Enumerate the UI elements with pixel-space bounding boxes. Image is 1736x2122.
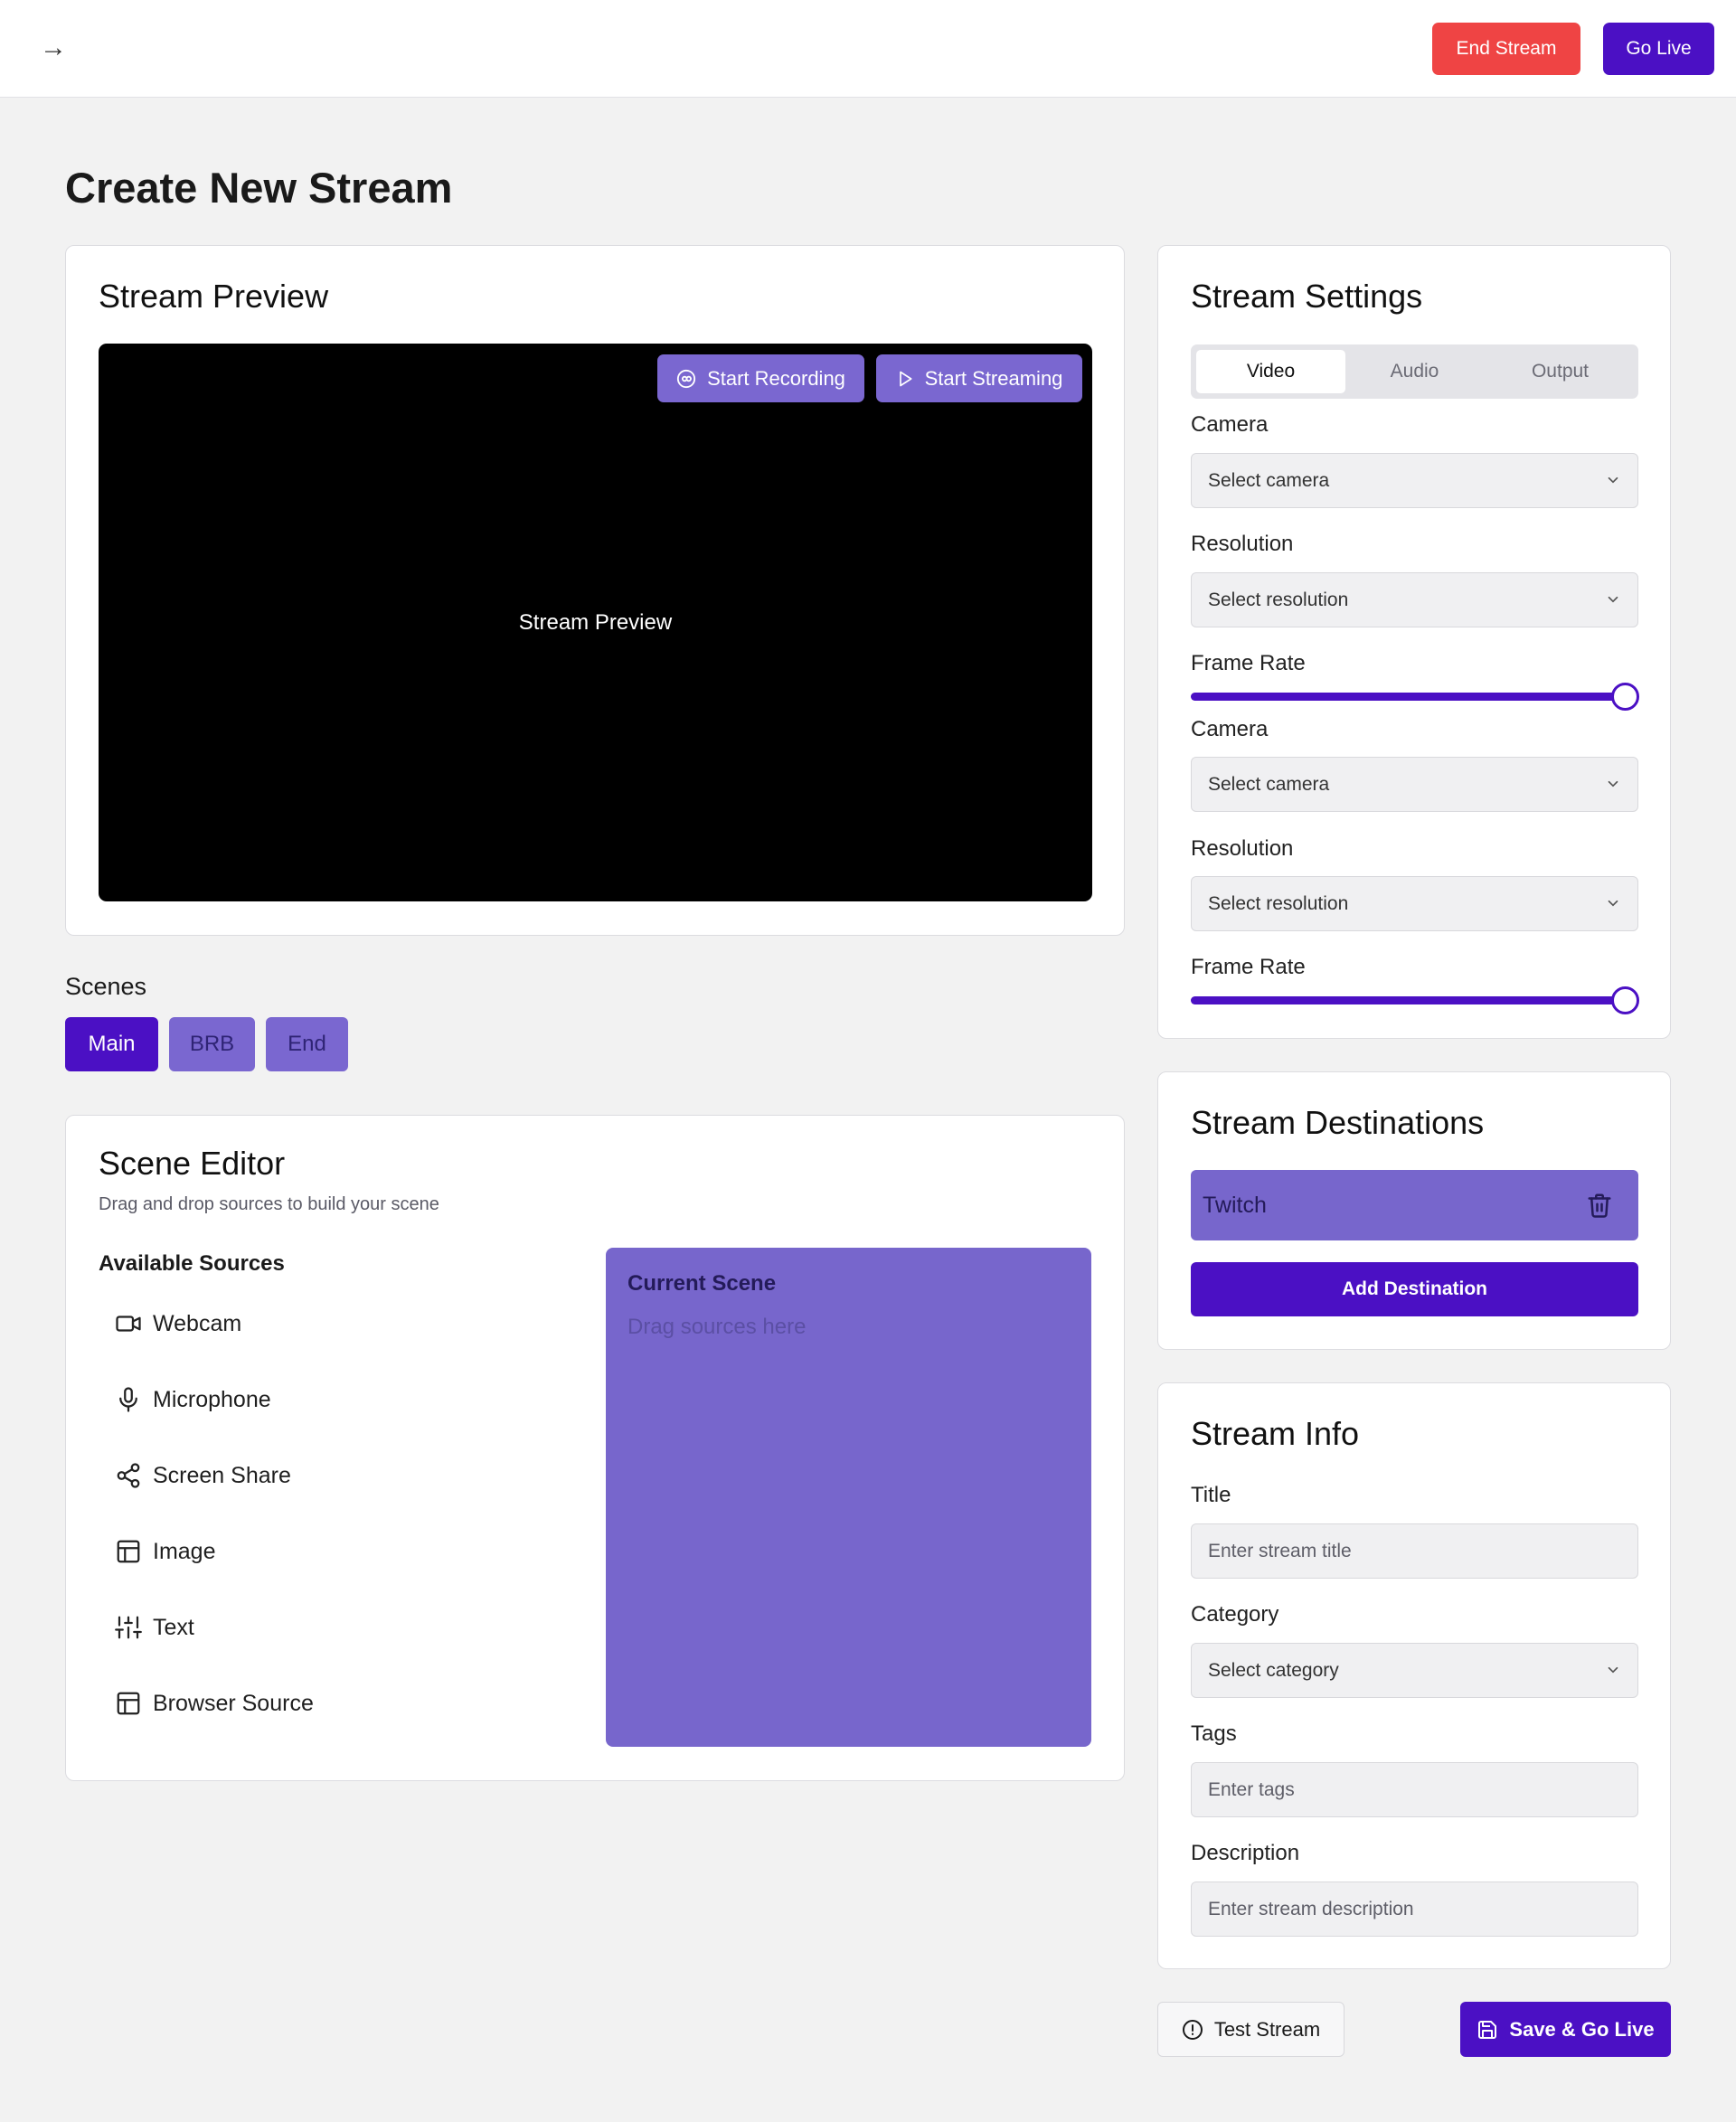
scenes-label: Scenes bbox=[65, 973, 147, 1000]
frame-rate-slider-fill bbox=[1191, 693, 1625, 701]
microphone-icon bbox=[119, 1387, 137, 1412]
layout-icon bbox=[117, 1692, 140, 1715]
resolution-select-value-2: Select resolution bbox=[1208, 892, 1349, 914]
camera-select[interactable]: Select camera bbox=[1191, 453, 1638, 508]
camera-select-value: Select camera bbox=[1208, 469, 1330, 491]
sliders-icon bbox=[115, 1616, 142, 1639]
video-placeholder-text: Stream Preview bbox=[518, 609, 673, 635]
available-sources-label: Available Sources bbox=[99, 1251, 285, 1276]
frame-rate-slider-2[interactable] bbox=[1191, 986, 1639, 1014]
start-streaming-label: Start Streaming bbox=[924, 366, 1063, 390]
chevron-down-icon bbox=[1608, 900, 1618, 907]
layout-icon bbox=[117, 1540, 140, 1563]
resolution-select-2[interactable]: Select resolution bbox=[1191, 876, 1638, 931]
start-recording-button[interactable]: Start Recording bbox=[657, 354, 864, 402]
stream-title-input[interactable] bbox=[1191, 1523, 1638, 1579]
current-scene-hint: Drag sources here bbox=[627, 1315, 807, 1339]
frame-rate-label-2: Frame Rate bbox=[1191, 955, 1306, 979]
stream-preview-card: Stream Preview Stream Preview Start Reco… bbox=[65, 245, 1125, 936]
source-item-image[interactable]: Image bbox=[115, 1533, 215, 1570]
frame-rate-slider-thumb[interactable] bbox=[1611, 683, 1639, 711]
stream-destinations-card: Stream Destinations Twitch Add Destinati… bbox=[1157, 1071, 1671, 1350]
video-preview: Stream Preview Start Recording Start Str… bbox=[99, 344, 1092, 901]
test-stream-button[interactable]: Test Stream bbox=[1157, 2002, 1344, 2057]
tab-video[interactable]: Video bbox=[1196, 350, 1345, 393]
record-icon bbox=[676, 369, 696, 388]
source-item-microphone[interactable]: Microphone bbox=[115, 1382, 271, 1418]
resolution-select[interactable]: Select resolution bbox=[1191, 572, 1638, 627]
video-camera-icon bbox=[116, 1316, 141, 1332]
top-bar: → End Stream Go Live bbox=[0, 0, 1736, 98]
play-icon bbox=[899, 371, 912, 386]
source-label: Browser Source bbox=[153, 1690, 314, 1716]
stream-settings-title: Stream Settings bbox=[1191, 278, 1423, 315]
end-stream-button[interactable]: End Stream bbox=[1432, 23, 1580, 75]
destination-item: Twitch bbox=[1191, 1170, 1638, 1240]
tab-audio[interactable]: Audio bbox=[1340, 350, 1489, 393]
frame-rate-slider-fill-2 bbox=[1191, 996, 1625, 1004]
save-go-live-button[interactable]: Save & Go Live bbox=[1460, 2002, 1671, 2057]
share-icon bbox=[117, 1463, 140, 1488]
frame-rate-slider[interactable] bbox=[1191, 683, 1639, 711]
arrow-right-icon[interactable]: → bbox=[40, 31, 67, 65]
scene-editor-subtitle: Drag and drop sources to build your scen… bbox=[99, 1194, 439, 1214]
scene-button-end[interactable]: End bbox=[266, 1017, 348, 1071]
frame-rate-label: Frame Rate bbox=[1191, 651, 1306, 675]
source-label: Text bbox=[153, 1614, 194, 1640]
chevron-down-icon bbox=[1608, 596, 1618, 603]
chevron-down-icon bbox=[1608, 1666, 1618, 1674]
source-item-browser-source[interactable]: Browser Source bbox=[115, 1685, 314, 1721]
save-icon bbox=[1478, 2020, 1497, 2039]
tags-input[interactable] bbox=[1191, 1762, 1638, 1817]
source-item-webcam[interactable]: Webcam bbox=[115, 1306, 241, 1342]
source-label: Screen Share bbox=[153, 1462, 291, 1488]
page-title: Create New Stream bbox=[65, 164, 453, 212]
start-streaming-button[interactable]: Start Streaming bbox=[876, 354, 1082, 402]
test-stream-label: Test Stream bbox=[1213, 2017, 1321, 2041]
source-label: Webcam bbox=[153, 1310, 242, 1336]
go-live-button[interactable]: Go Live bbox=[1603, 23, 1714, 75]
scene-button-main[interactable]: Main bbox=[65, 1017, 158, 1071]
source-item-text[interactable]: Text bbox=[115, 1609, 194, 1646]
category-select-value: Select category bbox=[1208, 1659, 1339, 1681]
scene-editor-title: Scene Editor bbox=[99, 1145, 286, 1182]
description-label: Description bbox=[1191, 1841, 1300, 1865]
resolution-select-value: Select resolution bbox=[1208, 589, 1349, 610]
current-scene-title: Current Scene bbox=[627, 1271, 777, 1296]
tags-label: Tags bbox=[1191, 1721, 1237, 1746]
category-select[interactable]: Select category bbox=[1191, 1643, 1638, 1698]
frame-rate-slider-thumb-2[interactable] bbox=[1611, 986, 1639, 1014]
settings-tabs: Video Audio Output bbox=[1191, 344, 1638, 399]
stream-info-card: Stream Info Title Category Select catego… bbox=[1157, 1382, 1671, 1969]
source-label: Microphone bbox=[153, 1386, 271, 1412]
chevron-down-icon bbox=[1608, 476, 1618, 484]
chevron-down-icon bbox=[1608, 780, 1618, 787]
scene-editor-card: Scene Editor Drag and drop sources to bu… bbox=[65, 1115, 1125, 1781]
title-label: Title bbox=[1191, 1483, 1231, 1507]
alert-circle-icon bbox=[1182, 2019, 1203, 2040]
stream-preview-title: Stream Preview bbox=[99, 278, 329, 315]
stream-settings-card: Stream Settings Video Audio Output Camer… bbox=[1157, 245, 1671, 1039]
stream-info-title: Stream Info bbox=[1191, 1415, 1360, 1452]
camera-label: Camera bbox=[1191, 412, 1269, 437]
start-recording-label: Start Recording bbox=[707, 366, 845, 390]
resolution-label-2: Resolution bbox=[1191, 836, 1294, 861]
save-go-live-label: Save & Go Live bbox=[1509, 2017, 1655, 2041]
destination-name: Twitch bbox=[1203, 1193, 1267, 1218]
add-destination-button[interactable]: Add Destination bbox=[1191, 1262, 1638, 1316]
camera-label-2: Camera bbox=[1191, 717, 1269, 741]
stream-destinations-title: Stream Destinations bbox=[1191, 1104, 1485, 1141]
source-item-screen-share[interactable]: Screen Share bbox=[115, 1457, 291, 1494]
scene-button-brb[interactable]: BRB bbox=[169, 1017, 255, 1071]
source-label: Image bbox=[153, 1538, 216, 1564]
description-input[interactable] bbox=[1191, 1882, 1638, 1937]
resolution-label: Resolution bbox=[1191, 532, 1294, 556]
category-label: Category bbox=[1191, 1602, 1279, 1627]
camera-select-value-2: Select camera bbox=[1208, 773, 1330, 795]
camera-select-2[interactable]: Select camera bbox=[1191, 757, 1638, 812]
trash-icon[interactable] bbox=[1586, 1192, 1613, 1219]
tab-output[interactable]: Output bbox=[1486, 350, 1635, 393]
current-scene-dropzone[interactable]: Current Scene Drag sources here bbox=[606, 1248, 1091, 1747]
